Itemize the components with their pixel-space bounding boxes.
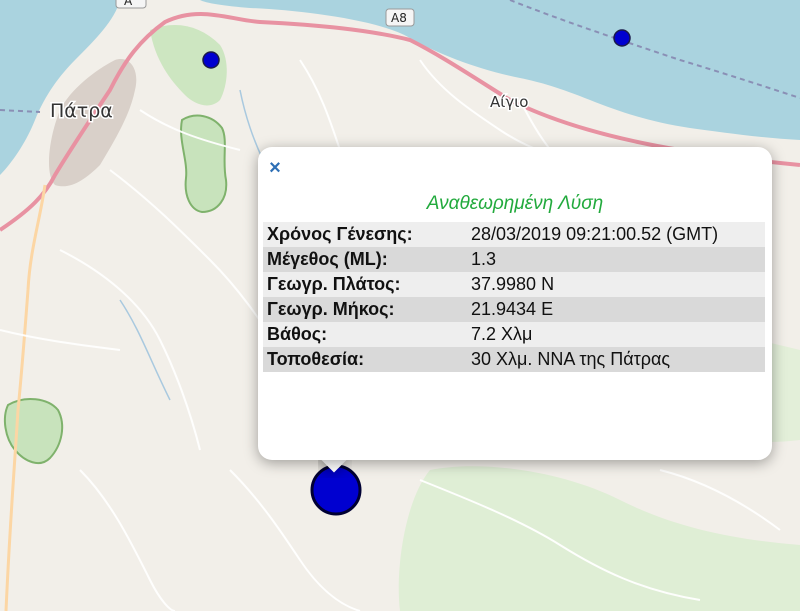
row-key-latitude: Γεωγρ. Πλάτος: xyxy=(263,272,467,297)
table-row: Βάθος: 7.2 Χλμ xyxy=(263,322,765,347)
table-row: Χρόνος Γένεσης: 28/03/2019 09:21:00.52 (… xyxy=(263,222,765,247)
table-row: Μέγεθος (ML): 1.3 xyxy=(263,247,765,272)
city-label-patra: Πάτρα xyxy=(50,100,113,122)
row-value-longitude: 21.9434 E xyxy=(467,297,765,322)
road-shield-top: A xyxy=(115,0,147,9)
earthquake-details-table: Χρόνος Γένεσης: 28/03/2019 09:21:00.52 (… xyxy=(263,222,765,372)
row-value-origin-time: 28/03/2019 09:21:00.52 (GMT) xyxy=(467,222,765,247)
earthquake-info-popup: × Αναθεωρημένη Λύση Χρόνος Γένεσης: 28/0… xyxy=(258,147,772,460)
svg-text:A8: A8 xyxy=(391,11,407,25)
city-label-aigio: Αίγιο xyxy=(490,93,528,111)
table-row: Γεωγρ. Πλάτος: 37.9980 N xyxy=(263,272,765,297)
earthquake-marker-small[interactable] xyxy=(202,51,220,69)
protected-area xyxy=(180,114,228,214)
earthquake-marker-small-east[interactable] xyxy=(613,29,631,47)
row-value-depth: 7.2 Χλμ xyxy=(467,322,765,347)
table-row: Τοποθεσία: 30 Χλμ. ΝΝΑ της Πάτρας xyxy=(263,347,765,372)
row-value-magnitude: 1.3 xyxy=(467,247,765,272)
road-shield-a8: A8 xyxy=(385,8,415,27)
row-key-depth: Βάθος: xyxy=(263,322,467,347)
row-key-longitude: Γεωγρ. Μήκος: xyxy=(263,297,467,322)
popup-title: Αναθεωρημένη Λύση xyxy=(426,193,604,214)
close-icon[interactable]: × xyxy=(266,158,284,178)
table-row: Γεωγρ. Μήκος: 21.9434 E xyxy=(263,297,765,322)
row-key-magnitude: Μέγεθος (ML): xyxy=(263,247,467,272)
popup-tip xyxy=(318,458,352,478)
svg-text:A: A xyxy=(124,0,133,8)
row-value-latitude: 37.9980 N xyxy=(467,272,765,297)
row-value-location: 30 Χλμ. ΝΝΑ της Πάτρας xyxy=(467,347,765,372)
row-key-location: Τοποθεσία: xyxy=(263,347,467,372)
row-key-origin-time: Χρόνος Γένεσης: xyxy=(263,222,467,247)
